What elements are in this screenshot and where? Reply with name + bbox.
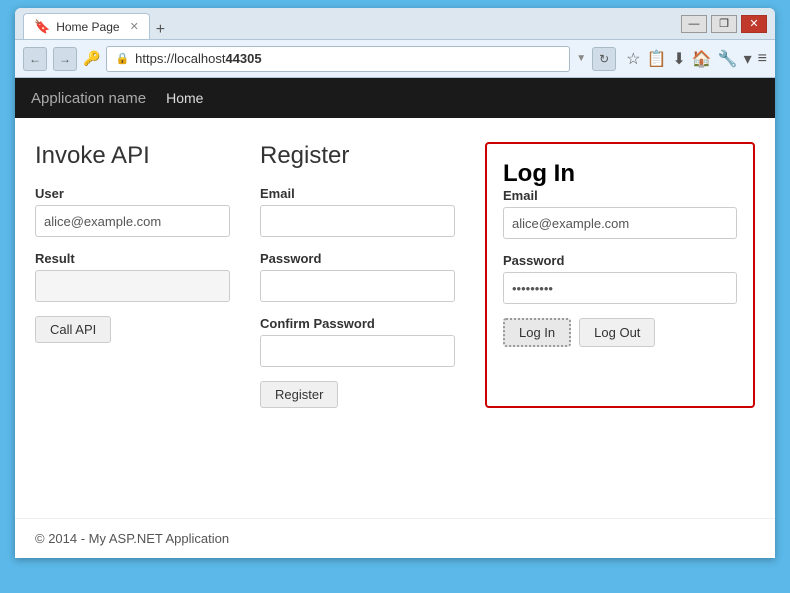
login-section: Log In Email Password Log In Log Out xyxy=(485,142,755,408)
result-label: Result xyxy=(35,251,230,266)
forward-button[interactable]: → xyxy=(53,47,77,71)
nav-brand: Application name xyxy=(31,90,146,107)
tab-area: 🔖 Home Page ✕ + xyxy=(23,8,171,39)
dropdown-icon[interactable]: ▾ xyxy=(744,49,752,69)
register-confirm-group: Confirm Password xyxy=(260,316,455,367)
user-label: User xyxy=(35,186,230,201)
menu-icon[interactable]: ≡ xyxy=(758,50,767,68)
title-bar: 🔖 Home Page ✕ + — ❐ ✕ xyxy=(15,8,775,40)
back-button[interactable]: ← xyxy=(23,47,47,71)
register-password-input[interactable] xyxy=(260,270,455,302)
login-btn-group: Log In Log Out xyxy=(503,318,737,347)
register-password-label: Password xyxy=(260,251,455,266)
register-button[interactable]: Register xyxy=(260,381,338,408)
restore-button[interactable]: ❐ xyxy=(711,15,737,33)
refresh-button[interactable]: ↻ xyxy=(592,47,616,71)
feed-icon[interactable]: 🔧 xyxy=(718,49,738,69)
tab-close-btn[interactable]: ✕ xyxy=(130,20,139,33)
logout-button[interactable]: Log Out xyxy=(579,318,655,347)
login-email-group: Email xyxy=(503,188,737,239)
minimize-button[interactable]: — xyxy=(681,15,707,33)
login-button[interactable]: Log In xyxy=(503,318,571,347)
result-input xyxy=(35,270,230,302)
url-dropdown-icon[interactable]: ▼ xyxy=(576,53,586,64)
window-controls: — ❐ ✕ xyxy=(681,15,767,33)
footer: © 2014 - My ASP.NET Application xyxy=(15,518,775,558)
login-password-group: Password xyxy=(503,253,737,304)
register-email-group: Email xyxy=(260,186,455,237)
register-confirm-label: Confirm Password xyxy=(260,316,455,331)
register-email-label: Email xyxy=(260,186,455,201)
download-icon[interactable]: ⬇ xyxy=(672,49,685,69)
tab-title: Home Page xyxy=(56,20,119,34)
result-group: Result xyxy=(35,251,230,302)
user-input[interactable] xyxy=(35,205,230,237)
new-tab-button[interactable]: + xyxy=(150,21,171,39)
lock-icon: 🔒 xyxy=(115,52,129,65)
sections-container: Invoke API User Result Call API Register… xyxy=(35,142,755,408)
browser-window: 🔖 Home Page ✕ + — ❐ ✕ ← → 🔑 🔒 https://lo… xyxy=(15,8,775,558)
invoke-api-title: Invoke API xyxy=(35,142,230,170)
address-bar: ← → 🔑 🔒 https://localhost44305 ▼ ↻ ☆ 📋 ⬇… xyxy=(15,40,775,78)
register-title: Register xyxy=(260,142,455,170)
login-title: Log In xyxy=(503,160,737,188)
key-icon: 🔑 xyxy=(83,50,100,67)
invoke-api-section: Invoke API User Result Call API xyxy=(35,142,230,408)
star-icon[interactable]: ☆ xyxy=(626,49,640,69)
login-email-label: Email xyxy=(503,188,737,203)
navbar: Application name Home xyxy=(15,78,775,118)
active-tab[interactable]: 🔖 Home Page ✕ xyxy=(23,13,150,39)
register-section: Register Email Password Confirm Password… xyxy=(260,142,455,408)
call-api-button[interactable]: Call API xyxy=(35,316,111,343)
login-password-label: Password xyxy=(503,253,737,268)
register-confirm-input[interactable] xyxy=(260,335,455,367)
login-password-input[interactable] xyxy=(503,272,737,304)
nav-home-link[interactable]: Home xyxy=(166,90,203,106)
register-email-input[interactable] xyxy=(260,205,455,237)
close-button[interactable]: ✕ xyxy=(741,15,767,33)
user-group: User xyxy=(35,186,230,237)
home-icon[interactable]: 🏠 xyxy=(692,49,712,69)
url-input[interactable]: 🔒 https://localhost44305 xyxy=(106,46,570,72)
main-content: Invoke API User Result Call API Register… xyxy=(15,118,775,518)
tab-icon: 🔖 xyxy=(34,19,50,35)
url-text: https://localhost44305 xyxy=(135,51,261,66)
footer-text: © 2014 - My ASP.NET Application xyxy=(35,531,229,546)
toolbar-icons: ☆ 📋 ⬇ 🏠 🔧 ▾ ≡ xyxy=(626,49,767,69)
register-password-group: Password xyxy=(260,251,455,302)
login-email-input[interactable] xyxy=(503,207,737,239)
clipboard-icon[interactable]: 📋 xyxy=(646,49,666,69)
